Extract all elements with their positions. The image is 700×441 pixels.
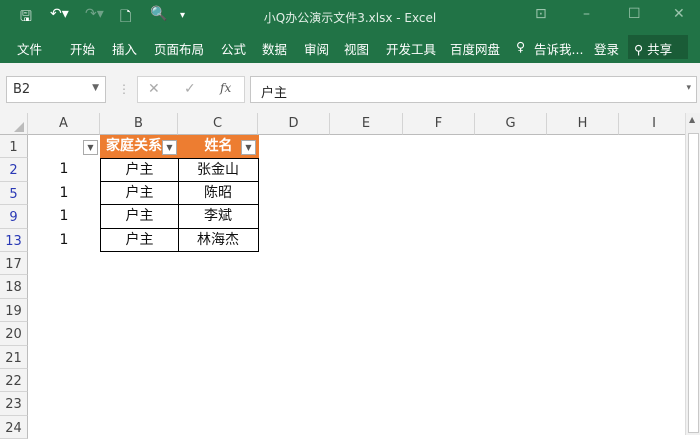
name-box[interactable]: B2 ▼ — [6, 76, 106, 103]
tab-home[interactable]: 开始 — [70, 39, 95, 58]
spreadsheet-grid: ABCDEFGHI 1 2 5 9 13 17 18 19 20 21 22 23 24 家庭关系 姓名 ▼… — [0, 113, 690, 440]
tab-baidu[interactable]: 百度网盘 — [450, 39, 500, 58]
lightbulb-icon: ♀ — [516, 39, 526, 54]
row-header-20[interactable]: 20 — [0, 322, 28, 346]
column-header-B[interactable]: B — [100, 113, 178, 135]
row-header-13[interactable]: 13 — [0, 228, 28, 252]
tab-developer[interactable]: 开发工具 — [386, 39, 436, 58]
tab-file[interactable]: 文件 — [17, 39, 42, 58]
row-header-19[interactable]: 19 — [0, 298, 28, 323]
cell-a[interactable]: 1 — [28, 182, 100, 205]
tab-insert[interactable]: 插入 — [112, 39, 137, 58]
cell-a[interactable]: 1 — [28, 229, 100, 252]
tab-data[interactable]: 数据 — [262, 39, 287, 58]
formula-buttons: ✕ ✓ fx — [137, 76, 245, 103]
cell-c[interactable]: 张金山 — [178, 158, 259, 182]
chevron-down-icon[interactable]: ▼ — [92, 83, 99, 93]
row-header-22[interactable]: 22 — [0, 369, 28, 393]
ribbon-tabs: 文件 开始 插入 页面布局 公式 数据 审阅 视图 开发工具 百度网盘 ♀ 告诉… — [0, 33, 700, 63]
column-header-H[interactable]: H — [547, 113, 619, 135]
column-header-I[interactable]: I — [619, 113, 690, 135]
cell-b[interactable]: 户主 — [100, 181, 179, 206]
cell-b[interactable]: 户主 — [100, 205, 179, 229]
row-header-23[interactable]: 23 — [0, 392, 28, 416]
maximize-icon[interactable]: ☐ — [628, 6, 641, 22]
column-header-D[interactable]: D — [258, 113, 330, 135]
column-header-C[interactable]: C — [178, 113, 258, 135]
row-header-17[interactable]: 17 — [0, 252, 28, 276]
drag-handle-icon[interactable]: ⋮ — [118, 82, 130, 96]
row-header-2[interactable]: 2 — [0, 158, 28, 182]
formula-input[interactable]: 户主 ▾ — [250, 76, 697, 103]
expand-icon[interactable]: ▾ — [686, 83, 691, 93]
column-header-G[interactable]: G — [475, 113, 547, 135]
tab-review[interactable]: 审阅 — [304, 39, 329, 58]
enter-icon[interactable]: ✓ — [184, 81, 196, 97]
column-header-E[interactable]: E — [330, 113, 403, 135]
tell-me-input[interactable]: 告诉我... — [534, 39, 583, 58]
tab-page-layout[interactable]: 页面布局 — [154, 39, 204, 58]
row-header-18[interactable]: 18 — [0, 275, 28, 299]
select-all-button[interactable] — [0, 113, 28, 135]
cell-c[interactable]: 林海杰 — [178, 228, 259, 252]
scrollbar-thumb[interactable] — [688, 133, 699, 433]
scroll-up-icon[interactable]: ▲ — [689, 115, 695, 124]
row-header-21[interactable]: 21 — [0, 345, 28, 369]
minimize-icon[interactable]: – — [583, 6, 590, 22]
filter-dropdown-c[interactable]: ▼ — [241, 140, 256, 155]
row-header-24[interactable]: 24 — [0, 415, 28, 440]
insert-function-icon[interactable]: fx — [220, 81, 231, 95]
filter-dropdown-a[interactable]: ▼ — [83, 140, 98, 155]
cell-c[interactable]: 李斌 — [178, 205, 259, 229]
login-link[interactable]: 登录 — [594, 39, 619, 58]
row-header-9[interactable]: 9 — [0, 205, 28, 229]
cell-b[interactable]: 户主 — [100, 228, 179, 252]
filter-active-icon[interactable]: ▼ — [162, 140, 177, 155]
window-title: 小Q办公演示文件3.xlsx - Excel — [263, 11, 437, 25]
column-header-A[interactable]: A — [28, 113, 100, 135]
tab-view[interactable]: 视图 — [344, 39, 369, 58]
cell-b[interactable]: 户主 — [100, 158, 179, 182]
close-icon[interactable]: ✕ — [673, 6, 685, 22]
formula-bar: B2 ▼ ⋮ ✕ ✓ fx 户主 ▾ — [0, 63, 700, 113]
cell-a[interactable]: 1 — [28, 205, 100, 228]
title-bar: 🖫 ↶▾ ↷▾ 🗋 🔍 ▾ 小Q办公演示文件3.xlsx - Excel ⊡ –… — [0, 0, 700, 33]
vertical-scrollbar[interactable]: ▲ — [685, 113, 700, 435]
person-icon: ⚲ — [634, 42, 644, 57]
cell-a[interactable]: 1 — [28, 158, 100, 181]
ribbon-display-icon[interactable]: ⊡ — [535, 6, 547, 22]
cell-c[interactable]: 陈昭 — [178, 181, 259, 206]
tab-formulas[interactable]: 公式 — [221, 39, 246, 58]
column-header-F[interactable]: F — [403, 113, 475, 135]
row-header-5[interactable]: 5 — [0, 181, 28, 206]
share-button[interactable]: ⚲ 共享 — [628, 35, 688, 59]
row-header-1[interactable]: 1 — [0, 135, 28, 159]
cancel-icon[interactable]: ✕ — [148, 81, 160, 97]
